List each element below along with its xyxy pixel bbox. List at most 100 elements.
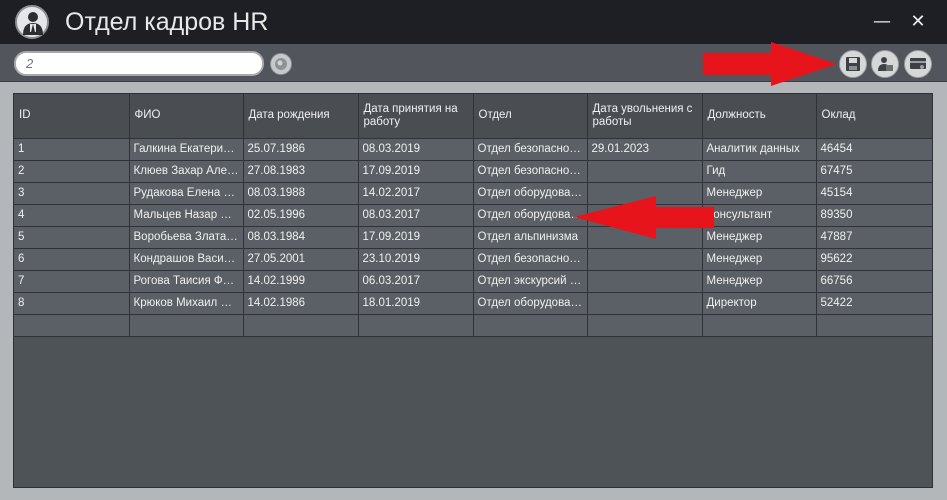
cell-id[interactable]: 6 (14, 248, 130, 271)
annotation-arrow-right (703, 42, 837, 86)
cell-hire-date[interactable]: 08.03.2019 (358, 138, 474, 161)
cell-birth-date[interactable]: 25.07.1986 (243, 138, 359, 161)
table-row[interactable]: 4 Мальцев Назар Д… 02.05.1996 08.03.2017… (14, 204, 933, 227)
cell-name[interactable]: Рудакова Елена П… (129, 182, 244, 205)
table-row[interactable]: 3 Рудакова Елена П… 08.03.1988 14.02.201… (14, 182, 933, 205)
column-header-id[interactable]: ID (14, 94, 130, 139)
cell-hire-date[interactable]: 14.02.2017 (358, 182, 474, 205)
cell-dismissal-date[interactable] (587, 248, 703, 271)
user-card-icon (878, 57, 893, 71)
cell-birth-date[interactable]: 02.05.1996 (243, 204, 359, 227)
cell-name[interactable]: Крюков Михаил Д… (129, 292, 244, 315)
cell-salary[interactable]: 47887 (816, 226, 933, 249)
cell-salary[interactable]: 52422 (816, 292, 933, 315)
close-button[interactable]: ✕ (904, 8, 932, 36)
cell-salary[interactable]: 67475 (816, 160, 933, 183)
cell-empty[interactable] (243, 314, 359, 337)
cell-dismissal-date[interactable] (587, 292, 703, 315)
cell-birth-date[interactable]: 27.05.2001 (243, 248, 359, 271)
employees-grid[interactable]: ID ФИО Дата рождения Дата принятия на ра… (13, 93, 933, 488)
cell-position[interactable]: Аналитик данных (702, 138, 817, 161)
cell-department[interactable]: Отдел безопасности (473, 248, 588, 271)
table-row[interactable]: 1 Галкина Екатерин… 25.07.1986 08.03.201… (14, 138, 933, 161)
cell-salary[interactable]: 95622 (816, 248, 933, 271)
cell-birth-date[interactable]: 08.03.1984 (243, 226, 359, 249)
column-header-hire-date[interactable]: Дата принятия на работу (358, 94, 474, 139)
cell-department[interactable]: Отдел оборудования (473, 182, 588, 205)
cell-hire-date[interactable]: 23.10.2019 (358, 248, 474, 271)
cell-name[interactable]: Кондрашов Васили… (129, 248, 244, 271)
card-button[interactable] (904, 50, 932, 78)
cell-empty[interactable] (473, 314, 588, 337)
cell-empty[interactable] (702, 314, 817, 337)
cell-id[interactable]: 2 (14, 160, 130, 183)
cell-empty[interactable] (587, 314, 703, 337)
search-input[interactable]: 2 (14, 51, 264, 76)
cell-position[interactable]: Гид (702, 160, 817, 183)
column-header-name[interactable]: ФИО (129, 94, 244, 139)
employees-table: ID ФИО Дата рождения Дата принятия на ра… (14, 94, 933, 337)
column-header-birth-date[interactable]: Дата рождения (243, 94, 359, 139)
cell-name[interactable]: Мальцев Назар Д… (129, 204, 244, 227)
cell-birth-date[interactable]: 08.03.1988 (243, 182, 359, 205)
new-row[interactable] (14, 314, 933, 337)
cell-department[interactable]: Отдел альпинизма (473, 226, 588, 249)
cell-dismissal-date[interactable] (587, 270, 703, 293)
cell-name[interactable]: Галкина Екатерин… (129, 138, 244, 161)
cell-empty[interactable] (14, 314, 130, 337)
cell-name[interactable]: Клюев Захар Алек… (129, 160, 244, 183)
search-button[interactable] (270, 53, 292, 75)
cell-salary[interactable]: 66756 (816, 270, 933, 293)
cell-id[interactable]: 7 (14, 270, 130, 293)
save-button[interactable] (839, 50, 867, 78)
table-row[interactable]: 6 Кондрашов Васили… 27.05.2001 23.10.201… (14, 248, 933, 271)
cell-department[interactable]: Отдел безопасности (473, 138, 588, 161)
cell-position[interactable]: Менеджер (702, 182, 817, 205)
cell-department[interactable]: Отдел оборудования (473, 292, 588, 315)
cell-id[interactable]: 4 (14, 204, 130, 227)
cell-position[interactable]: Менеджер (702, 270, 817, 293)
cell-department[interactable]: Отдел оборудования (473, 204, 588, 227)
cell-birth-date[interactable]: 14.02.1986 (243, 292, 359, 315)
cell-hire-date[interactable]: 06.03.2017 (358, 270, 474, 293)
card-icon (910, 58, 926, 69)
cell-id[interactable]: 1 (14, 138, 130, 161)
cell-hire-date[interactable]: 17.09.2019 (358, 160, 474, 183)
table-row[interactable]: 2 Клюев Захар Алек… 27.08.1983 17.09.201… (14, 160, 933, 183)
cell-salary[interactable]: 89350 (816, 204, 933, 227)
table-row[interactable]: 5 Воробьева Злата … 08.03.1984 17.09.201… (14, 226, 933, 249)
cell-hire-date[interactable]: 18.01.2019 (358, 292, 474, 315)
cell-empty[interactable] (816, 314, 933, 337)
user-card-button[interactable] (871, 50, 899, 78)
cell-salary[interactable]: 46454 (816, 138, 933, 161)
cell-position[interactable]: Консультант (702, 204, 817, 227)
app-window: Отдел кадров HR — ✕ 2 ID ФИО Дата рожден… (0, 0, 947, 500)
cell-dismissal-date[interactable]: 29.01.2023 (587, 138, 703, 161)
column-header-salary[interactable]: Оклад (816, 94, 933, 139)
cell-position[interactable]: Менеджер (702, 226, 817, 249)
cell-empty[interactable] (358, 314, 474, 337)
column-header-dismissal-date[interactable]: Дата увольнения с работы (587, 94, 703, 139)
cell-department[interactable]: Отдел безопасности (473, 160, 588, 183)
cell-position[interactable]: Менеджер (702, 248, 817, 271)
cell-id[interactable]: 3 (14, 182, 130, 205)
cell-birth-date[interactable]: 27.08.1983 (243, 160, 359, 183)
table-row[interactable]: 8 Крюков Михаил Д… 14.02.1986 18.01.2019… (14, 292, 933, 315)
cell-hire-date[interactable]: 17.09.2019 (358, 226, 474, 249)
column-header-position[interactable]: Должность (702, 94, 817, 139)
title-bar[interactable]: Отдел кадров HR — ✕ (0, 0, 947, 44)
cell-hire-date[interactable]: 08.03.2017 (358, 204, 474, 227)
cell-id[interactable]: 5 (14, 226, 130, 249)
cell-salary[interactable]: 45154 (816, 182, 933, 205)
cell-department[interactable]: Отдел экскурсий и… (473, 270, 588, 293)
cell-id[interactable]: 8 (14, 292, 130, 315)
cell-name[interactable]: Рогова Таисия Фе… (129, 270, 244, 293)
cell-name[interactable]: Воробьева Злата … (129, 226, 244, 249)
column-header-department[interactable]: Отдел (473, 94, 588, 139)
cell-dismissal-date[interactable] (587, 160, 703, 183)
cell-empty[interactable] (129, 314, 244, 337)
table-row[interactable]: 7 Рогова Таисия Фе… 14.02.1999 06.03.201… (14, 270, 933, 293)
minimize-button[interactable]: — (868, 8, 896, 36)
cell-birth-date[interactable]: 14.02.1999 (243, 270, 359, 293)
cell-position[interactable]: Директор (702, 292, 817, 315)
